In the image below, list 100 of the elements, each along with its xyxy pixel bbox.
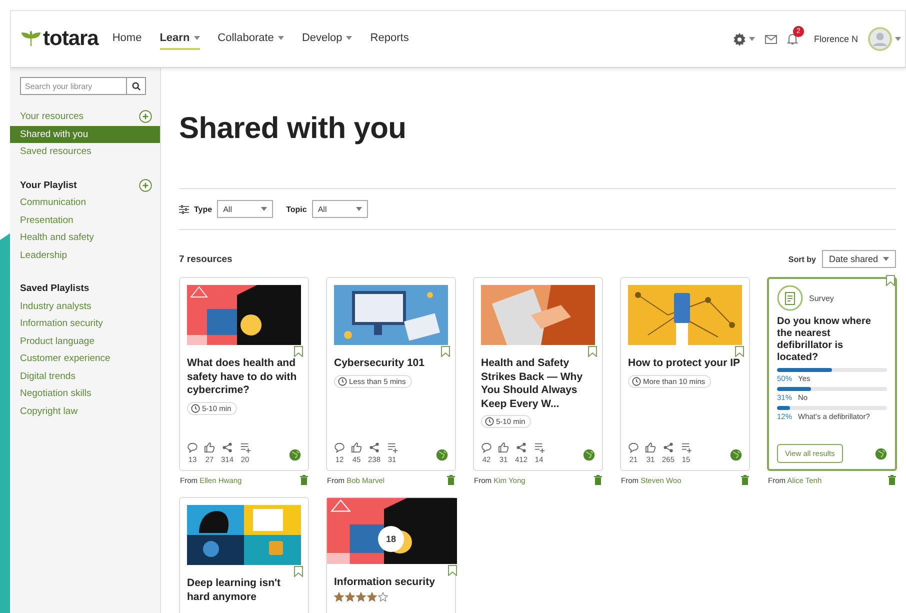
card-title[interactable]: What does health and safety have to do with cybercrime? [187,357,301,398]
trash-icon[interactable] [447,475,455,485]
sidebar-item[interactable]: Saved resources [10,143,152,160]
section-heading: Your Playlist [19,180,77,191]
bookmark-icon[interactable] [735,346,744,357]
thumbs-up-icon[interactable] [204,442,215,453]
add-to-list-icon[interactable] [240,442,251,453]
nav-tab[interactable]: Learn [160,28,200,50]
survey-question: Do you know where the nearest defibrillator is located? [777,316,872,364]
trash-icon[interactable] [888,475,896,485]
filter-icon [179,204,189,214]
thumbs-up-icon[interactable] [498,442,509,453]
sidebar-item[interactable]: Leadership [10,246,152,264]
globe-icon [730,449,742,461]
card-title[interactable]: Cybersecurity 101 [334,357,448,370]
comment-icon[interactable] [334,442,345,453]
caret-icon [883,257,889,261]
resource-count: 7 resources [179,254,232,264]
thumbs-up-icon[interactable] [645,442,656,453]
card-title[interactable]: Information security [334,576,448,590]
clipboard-icon [777,285,803,311]
sidebar-item[interactable]: Copyright law [10,402,152,420]
add-icon[interactable] [139,178,152,192]
globe-icon [583,449,595,461]
clock-icon [338,376,347,386]
sort-dropdown[interactable]: Date shared [822,250,896,268]
leaf-logo-icon [21,31,41,47]
trash-icon[interactable] [594,475,602,485]
sidebar-item[interactable]: Product language [10,332,152,350]
add-icon[interactable] [139,110,152,124]
card-title[interactable]: How to protect your IP [628,357,742,370]
search-field[interactable]: Search your library [20,77,126,95]
comment-icon[interactable] [481,442,492,453]
sidebar-item[interactable]: Your resources [10,108,139,126]
comment-icon[interactable] [187,442,198,453]
search-button[interactable] [126,77,146,95]
caret-icon [278,36,284,40]
mail-icon[interactable] [764,34,777,44]
caret-icon [895,37,901,41]
caret-icon [346,36,352,40]
caret-icon [356,207,362,211]
star-icon [356,592,366,602]
filter-label: Topic [286,204,307,214]
thumbs-up-icon[interactable] [351,442,362,453]
trash-icon[interactable] [741,475,749,485]
share-icon[interactable] [368,442,380,453]
nav-tab[interactable]: Collaborate [218,28,284,50]
sidebar-item[interactable]: Industry analysts [10,298,152,315]
settings-icon[interactable] [732,32,746,46]
clock-icon [191,404,200,412]
star-icon [345,592,355,602]
sidebar-item[interactable]: Negotiation skills [10,385,152,402]
globe-icon [436,449,448,461]
bookmark-icon[interactable] [294,566,303,577]
sidebar-item[interactable]: Communication [10,194,152,212]
globe-icon [875,448,887,460]
sidebar-item[interactable]: Shared with you [10,126,160,143]
bookmark-icon[interactable] [448,565,457,576]
caret-icon [194,36,200,40]
nav-tab[interactable]: Home [112,28,142,50]
bookmark-icon[interactable] [588,346,597,357]
bookmark-icon[interactable] [886,275,895,286]
nav-tab[interactable]: Develop [302,28,352,50]
resource-card[interactable]: 18 Information security [326,497,456,613]
filter-dropdown[interactable]: All [217,200,274,218]
sidebar-item[interactable]: Information security [10,315,152,332]
clock-icon [632,376,641,386]
logo-text: totara [43,27,98,51]
star-icon [334,592,344,602]
card-title[interactable]: Deep learning isn't hard anymore [187,577,301,604]
star-icon [367,592,377,602]
card-type-label: Survey [809,294,834,302]
sidebar-item[interactable]: Presentation [10,212,152,229]
clock-icon [485,417,494,426]
sort-label: Sort by [788,254,816,264]
add-to-list-icon[interactable] [386,442,398,453]
add-to-list-icon[interactable] [680,442,692,453]
share-icon[interactable] [662,442,674,453]
trash-icon[interactable] [300,475,308,485]
sidebar-item[interactable]: Digital trends [10,368,152,385]
card-title[interactable]: Health and Safety Strikes Back — Why You Should Always Keep Every W... [481,357,595,411]
filter-dropdown[interactable]: All [312,200,368,218]
caret-icon [261,207,268,211]
star-icon [378,592,388,602]
sidebar-item[interactable]: Customer experience [10,350,152,368]
bookmark-icon[interactable] [294,346,303,357]
bell-icon[interactable] [786,33,798,45]
comment-icon[interactable] [628,442,639,453]
resource-card[interactable]: Deep learning isn't hard anymore [179,497,309,613]
share-icon[interactable] [516,442,527,453]
search-icon [132,82,140,90]
caret-icon [748,37,755,41]
sidebar-item[interactable]: Health and safety [10,229,152,246]
share-icon[interactable] [222,442,233,453]
add-to-list-icon[interactable] [534,442,545,453]
filter-label: Type [194,204,212,214]
page-title: Shared with you [179,112,408,146]
nav-tab[interactable]: Reports [370,28,409,50]
user-name[interactable]: Florence N [814,34,858,44]
bookmark-icon[interactable] [441,346,450,357]
